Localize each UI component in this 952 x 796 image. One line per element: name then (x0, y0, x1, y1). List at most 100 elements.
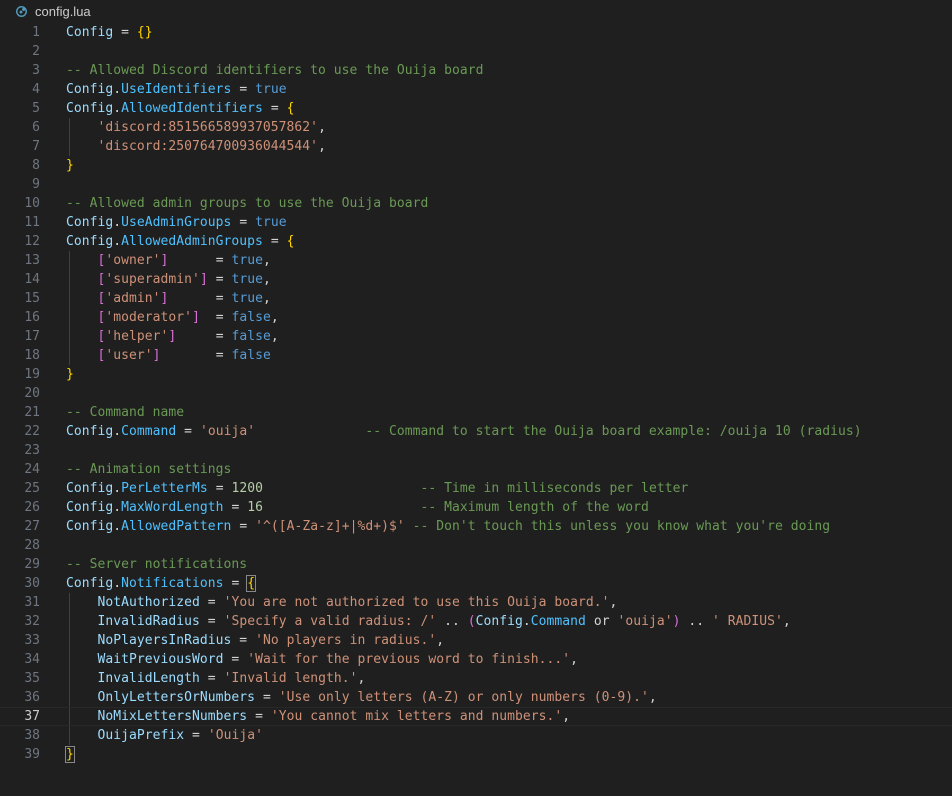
code-line[interactable]: 25 Config.PerLetterMs = 1200 -- Time in m… (0, 479, 952, 498)
line-number: 25 (24, 481, 40, 496)
code-line[interactable]: 28 (0, 536, 952, 555)
code-token: 'discord:250764700936044544' (97, 139, 319, 154)
code-line[interactable]: 11 Config.UseAdminGroups = true (0, 213, 952, 232)
code-line[interactable]: 21 -- Command name (0, 403, 952, 422)
code-line[interactable]: 34 WaitPreviousWord = 'Wait for the prev… (0, 650, 952, 669)
tab-filename: config.lua (35, 4, 91, 19)
code-line[interactable]: 26 Config.MaxWordLength = 16 -- Maximum l… (0, 498, 952, 517)
code-line[interactable]: 31 NotAuthorized = 'You are not authoriz… (0, 593, 952, 612)
code-token: MaxWordLength (121, 500, 224, 515)
code-line[interactable]: 30 Config.Notifications = { (0, 574, 952, 593)
code-token: } (66, 158, 74, 173)
code-line[interactable]: 22 Config.Command = 'ouija' -- Command to… (0, 422, 952, 441)
code-token: Config (66, 576, 114, 591)
code-token: OnlyLettersOrNumbers (97, 690, 256, 705)
code-line[interactable]: 35 InvalidLength = 'Invalid length.', (0, 669, 952, 688)
code-line[interactable]: 19} (0, 365, 952, 384)
line-number: 14 (24, 272, 40, 287)
line-number: 2 (32, 44, 40, 59)
code-line[interactable]: 7 'discord:250764700936044544', (0, 137, 952, 156)
code-token: = (207, 481, 232, 496)
code-line[interactable]: 15 ['admin'] = true, (0, 289, 952, 308)
code-line[interactable]: 20 (0, 384, 952, 403)
code-line[interactable]: 23 (0, 441, 952, 460)
code-token: , (318, 139, 326, 154)
code-token: -- Command name (66, 405, 185, 420)
code-token: , (270, 310, 279, 325)
code-line[interactable]: 29 -- Server notifications (0, 555, 952, 574)
code-text: -- Allowed Discord identifiers to use th… (66, 61, 483, 80)
code-line[interactable]: 13 ['owner'] = true, (0, 251, 952, 270)
code-token: , (262, 291, 271, 306)
code-editor[interactable]: 1 Config = {} 2 3 -- Allowed Discord identif… (0, 23, 952, 764)
code-line[interactable]: 14 ['superadmin'] = true, (0, 270, 952, 289)
code-token: true (231, 272, 263, 287)
code-line[interactable]: 39} (0, 745, 952, 764)
code-token: 'Ouija' (207, 728, 263, 743)
code-token: Config (475, 614, 523, 629)
code-token: AllowedPattern (121, 519, 232, 534)
code-text: Config.PerLetterMs = 1200 -- Time in mil… (66, 479, 688, 498)
code-token: 16 (247, 500, 263, 515)
code-token: , (270, 329, 279, 344)
code-token: 'Use only letters (A-Z) or only numbers … (278, 690, 649, 705)
code-line[interactable]: 9 (0, 175, 952, 194)
code-token: ( (467, 614, 476, 629)
code-text: ['superadmin'] = true, (66, 270, 271, 289)
code-text: NotAuthorized = 'You are not authorized … (66, 593, 618, 612)
code-line[interactable]: 12 Config.AllowedAdminGroups = { (0, 232, 952, 251)
code-line[interactable]: 16 ['moderator'] = false, (0, 308, 952, 327)
code-token: { (246, 575, 257, 592)
code-token: 'moderator' (105, 310, 193, 325)
code-token: NoMixLettersNumbers (97, 709, 248, 724)
code-line[interactable]: 10 -- Allowed admin groups to use the Oui… (0, 194, 952, 213)
code-text: } (66, 156, 74, 175)
line-number: 24 (24, 462, 40, 477)
code-token: {} (136, 25, 153, 40)
line-number: 38 (24, 728, 40, 743)
code-text: InvalidRadius = 'Specify a valid radius:… (66, 612, 791, 631)
code-line[interactable]: 33 NoPlayersInRadius = 'No players in ra… (0, 631, 952, 650)
code-token: -- Don't touch this unless you know what… (412, 519, 831, 534)
code-token: -- Command to start the Ouija board exam… (365, 424, 862, 439)
code-token: . (522, 614, 531, 629)
code-line[interactable]: 3 -- Allowed Discord identifiers to use t… (0, 61, 952, 80)
code-token: , (262, 272, 271, 287)
code-line[interactable]: 18 ['user'] = false (0, 346, 952, 365)
code-line[interactable]: 17 ['helper'] = false, (0, 327, 952, 346)
code-text: ['user'] = false (66, 346, 271, 365)
code-token: { (286, 101, 295, 116)
line-number: 9 (32, 177, 40, 192)
code-line[interactable]: 6 'discord:851566589937057862', (0, 118, 952, 137)
code-token: , (357, 671, 366, 686)
code-token: . (113, 500, 122, 515)
code-line[interactable]: 38 OuijaPrefix = 'Ouija' (0, 726, 952, 745)
code-line[interactable]: 1 Config = {} (0, 23, 952, 42)
code-line[interactable]: 27 Config.AllowedPattern = '^([A-Za-z]+|%… (0, 517, 952, 536)
code-line[interactable]: 24 -- Animation settings (0, 460, 952, 479)
code-line[interactable]: 32 InvalidRadius = 'Specify a valid radi… (0, 612, 952, 631)
code-text: OnlyLettersOrNumbers = 'Use only letters… (66, 688, 657, 707)
code-token: . (113, 424, 122, 439)
code-token: UseAdminGroups (121, 215, 232, 230)
line-number: 20 (24, 386, 40, 401)
code-line[interactable]: 2 (0, 42, 952, 61)
code-token: Command (530, 614, 586, 629)
code-line[interactable]: 4 Config.UseIdentifiers = true (0, 80, 952, 99)
code-line[interactable]: 8} (0, 156, 952, 175)
code-line[interactable]: 5 Config.AllowedIdentifiers = { (0, 99, 952, 118)
code-token: , (570, 652, 579, 667)
line-number: 31 (24, 595, 40, 610)
code-line[interactable]: 37 NoMixLettersNumbers = 'You cannot mix… (0, 707, 952, 726)
code-line[interactable]: 36 OnlyLettersOrNumbers = 'Use only lett… (0, 688, 952, 707)
code-token: = (262, 101, 287, 116)
code-text: -- Server notifications (66, 555, 247, 574)
code-token: . (113, 481, 122, 496)
code-token: , (782, 614, 791, 629)
